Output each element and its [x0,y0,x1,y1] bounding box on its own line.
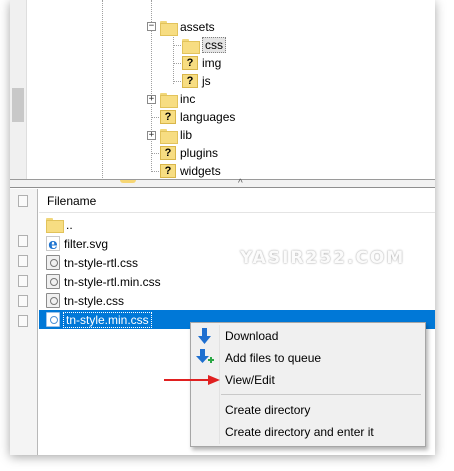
tree-item-languages[interactable]: ? languages [160,108,235,126]
pane-splitter[interactable]: ^ [10,178,435,189]
unknown-folder-icon: ? [182,56,198,70]
file-icon [18,275,28,287]
menu-item-label: View/Edit [225,373,275,387]
file-name: .. [66,217,73,232]
tree-item-lib[interactable]: lib [160,126,192,144]
unknown-folder-icon: ? [160,164,176,178]
tree-guide-line [102,0,103,179]
file-row[interactable]: tn-style-rtl.min.css [39,272,435,291]
tree-item-label: widgets [180,164,221,178]
file-name: filter.svg [64,236,109,251]
menu-item-label: Create directory and enter it [225,425,374,439]
download-arrow-icon [191,325,219,347]
file-name: tn-style-rtl.css [64,255,139,270]
menu-item-label: Download [225,329,279,343]
css-file-icon [46,293,60,308]
menu-item-create-directory[interactable]: Create directory [191,399,425,421]
folder-icon [182,38,200,54]
tree-item-label: languages [180,110,236,124]
tree-guide-line [151,153,159,154]
add-to-queue-icon [191,347,219,369]
unknown-folder-icon: ? [160,110,176,124]
tree-item-label: assets [180,20,215,34]
expand-lib-icon[interactable]: + [147,131,156,140]
empty-icon-slot [191,399,219,421]
sort-caret-icon: ^ [238,178,243,189]
folder-open-icon [160,20,178,36]
tree-item-widgets[interactable]: ? widgets [160,162,221,179]
css-file-icon [46,274,60,289]
neighbor-pane-edge [10,189,38,455]
tree-item-label: inc [180,92,196,106]
tree-item-assets[interactable]: assets [160,18,215,36]
annotation-arrow-icon [164,375,220,385]
css-file-icon [46,312,60,327]
collapse-assets-icon[interactable]: − [147,22,156,31]
tree-item-js[interactable]: ? js [182,72,211,90]
expand-inc-icon[interactable]: + [147,95,156,104]
file-icon [18,255,28,267]
file-row-parent[interactable]: .. [39,215,435,234]
watermark: YASIR252.COM [240,248,406,268]
tree-guide-line [173,63,181,64]
tree-scrollbar[interactable] [10,0,27,179]
context-menu: Download Add files to queue View/Edit Cr… [190,322,426,447]
tree-guide-line [151,171,159,172]
file-icon [18,315,28,327]
tree-item-label: js [202,74,211,88]
menu-item-label: Add files to queue [225,351,322,365]
menu-item-create-directory-and-enter[interactable]: Create directory and enter it [191,421,425,443]
folder-icon [160,92,178,108]
directory-tree-pane[interactable]: − + + assets css ? img ? js inc ? langua… [10,0,435,180]
edge-browser-icon: e [46,235,60,253]
tree-guide-line [173,30,174,84]
menu-separator [221,394,421,395]
tree-item-plugins[interactable]: ? plugins [160,144,218,162]
file-icon [18,235,28,247]
ftp-client-window: − + + assets css ? img ? js inc ? langua… [10,0,435,455]
tree-scrollbar-thumb[interactable] [12,88,24,122]
menu-item-download[interactable]: Download [191,325,425,347]
file-name: tn-style-rtl.min.css [64,274,161,289]
tree-item-css[interactable]: css [182,36,226,54]
css-file-icon [46,255,60,270]
folder-icon [46,218,64,233]
tree-item-label: plugins [180,146,219,160]
tree-item-label: lib [180,128,193,142]
folder-tab-decoration [120,180,136,183]
file-name: tn-style.css [64,293,125,308]
column-header-label: Filename [47,193,97,208]
empty-icon-slot [191,421,219,443]
folder-icon [160,128,178,144]
file-name: tn-style.min.css [63,311,152,328]
tree-item-img[interactable]: ? img [182,54,221,72]
file-icon [18,195,28,207]
column-header-filename[interactable]: Filename [39,189,435,213]
file-row[interactable]: tn-style.css [39,291,435,310]
tree-guide-line [173,81,181,82]
tree-item-label: css [202,37,226,53]
tree-guide-line [151,117,159,118]
file-icon [18,295,28,307]
menu-item-view-edit[interactable]: View/Edit [191,369,425,391]
menu-item-add-files-to-queue[interactable]: Add files to queue [191,347,425,369]
tree-item-inc[interactable]: inc [160,90,195,108]
unknown-folder-icon: ? [160,146,176,160]
unknown-folder-icon: ? [182,74,198,88]
tree-guide-line [173,45,181,46]
menu-item-label: Create directory [225,403,311,417]
tree-item-label: img [202,56,222,70]
